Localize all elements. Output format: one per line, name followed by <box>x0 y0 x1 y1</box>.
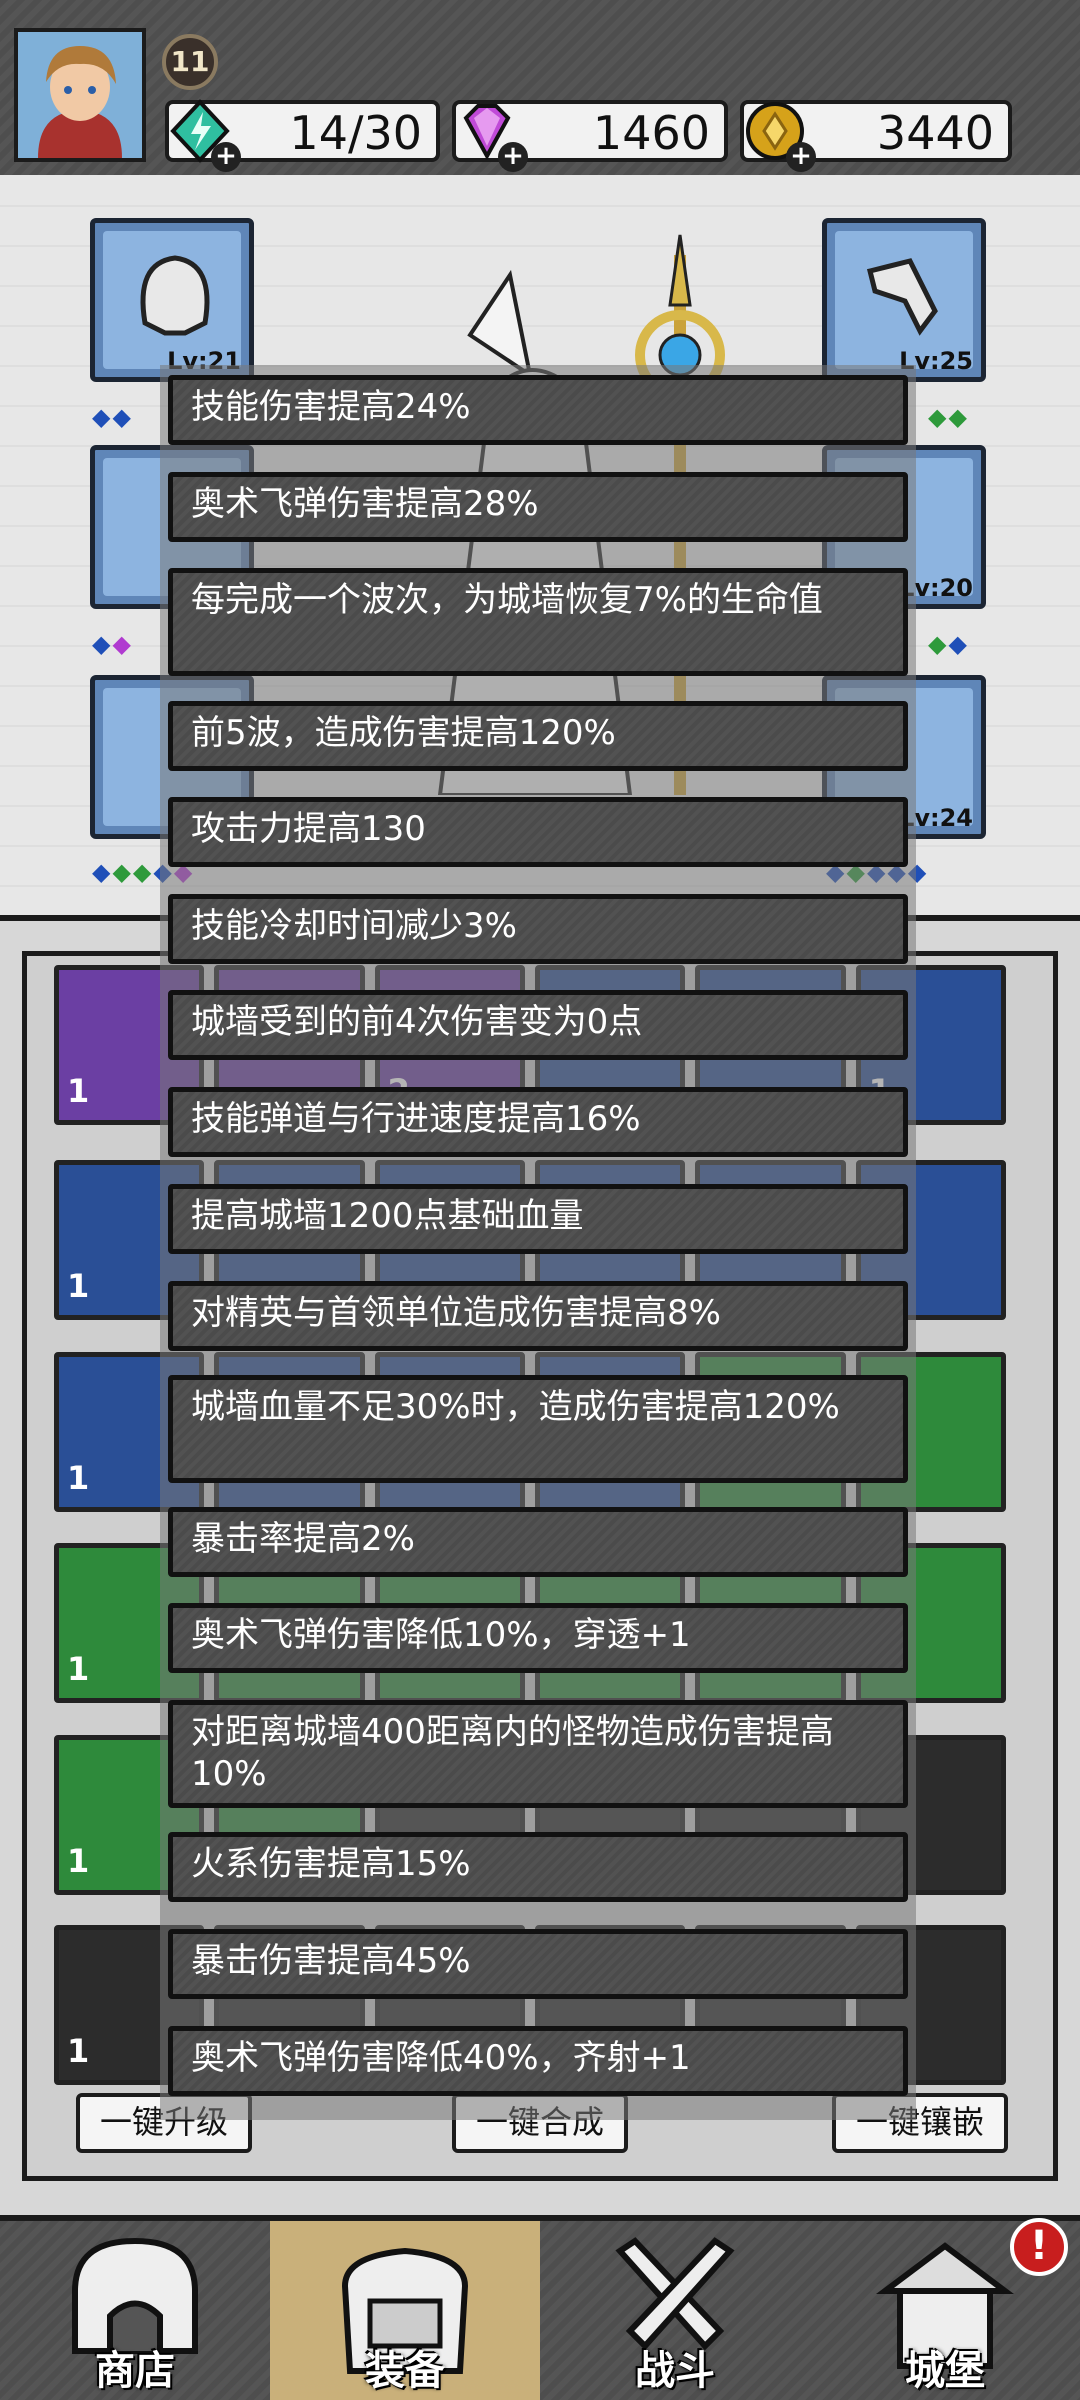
nav-battle[interactable]: 战斗 <box>540 2221 810 2400</box>
tooltip-item: 每完成一个波次，为城墙恢复7%的生命值 <box>168 568 908 676</box>
gem-count: 1 <box>67 1072 90 1110</box>
equip-slot-helmet[interactable]: Lv:21 <box>90 218 254 382</box>
tooltip-item: 城墙受到的前4次伤害变为0点 <box>168 990 908 1060</box>
equip-slot-gloves[interactable]: Lv:25 <box>822 218 986 382</box>
gold-resource[interactable]: + 3440 <box>740 100 1012 172</box>
energy-value: 14/30 <box>289 106 422 160</box>
gold-value: 3440 <box>876 106 994 160</box>
gem-count: 1 <box>67 1650 90 1688</box>
tooltip-item: 火系伤害提高15% <box>168 1832 908 1902</box>
socket-gems: ◆◆ <box>928 630 969 658</box>
socket-gems: ◆◆ <box>92 403 133 431</box>
nav-castle-label: 城堡 <box>905 2348 985 2394</box>
tooltip-item: 技能冷却时间减少3% <box>168 894 908 964</box>
bonus-tooltip: 技能伤害提高24% 奥术飞弹伤害提高28% 每完成一个波次，为城墙恢复7%的生命… <box>160 365 916 2120</box>
gem-count: 1 <box>67 1842 90 1880</box>
energy-resource[interactable]: + 14/30 <box>165 99 440 172</box>
tooltip-item: 暴击率提高2% <box>168 1507 908 1577</box>
helmet-icon <box>140 255 210 336</box>
add-gems-icon[interactable]: + <box>498 142 528 172</box>
player-level-badge: 11 <box>162 34 218 90</box>
tooltip-item: 攻击力提高130 <box>168 797 908 867</box>
gem-count: 1 <box>67 2032 90 2070</box>
gem-count: 1 <box>67 1459 90 1497</box>
nav-battle-label: 战斗 <box>635 2348 715 2394</box>
tooltip-item: 城墙血量不足30%时，造成伤害提高120% <box>168 1375 908 1483</box>
top-bar: 11 + 14/30 + 1460 + 3440 <box>0 0 1080 175</box>
nav-equipment-label: 装备 <box>365 2348 445 2394</box>
castle-alert-badge: ! <box>1010 2218 1068 2276</box>
tooltip-item: 暴击伤害提高45% <box>168 1929 908 1999</box>
add-energy-icon[interactable]: + <box>211 142 241 172</box>
tooltip-item: 对精英与首领单位造成伤害提高8% <box>168 1281 908 1351</box>
gems-resource[interactable]: + 1460 <box>452 100 728 172</box>
add-gold-icon[interactable]: + <box>786 142 816 172</box>
tooltip-item: 前5波，造成伤害提高120% <box>168 701 908 771</box>
socket-gems: ◆◆ <box>928 403 969 431</box>
nav-equipment[interactable]: 装备 <box>270 2221 540 2400</box>
nav-shop[interactable]: 商店 <box>0 2221 270 2400</box>
gems-value: 1460 <box>592 106 710 160</box>
bottom-navigation: 商店 装备 战斗 城堡 <box>0 2215 1080 2400</box>
tooltip-item: 提高城墙1200点基础血量 <box>168 1184 908 1254</box>
nav-shop-label: 商店 <box>95 2348 175 2394</box>
gem-count: 1 <box>67 1267 90 1305</box>
tooltip-item: 奥术飞弹伤害降低10%，穿透+1 <box>168 1603 908 1673</box>
player-avatar[interactable] <box>14 28 146 162</box>
tooltip-item: 对距离城墙400距离内的怪物造成伤害提高10% <box>168 1700 908 1808</box>
tooltip-item: 奥术飞弹伤害降低40%，齐射+1 <box>168 2026 908 2096</box>
tooltip-item: 技能伤害提高24% <box>168 375 908 445</box>
gauntlet-icon <box>866 258 938 336</box>
socket-gems: ◆◆ <box>92 630 133 658</box>
tooltip-item: 技能弹道与行进速度提高16% <box>168 1087 908 1157</box>
tooltip-item: 奥术飞弹伤害提高28% <box>168 472 908 542</box>
